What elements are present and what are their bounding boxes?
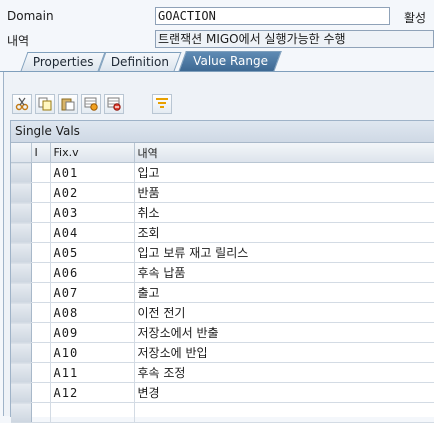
description-cell[interactable]: 취소 [134,202,434,223]
copy-button[interactable] [35,94,55,114]
row-selector[interactable] [11,342,32,363]
cut-icon [15,97,29,111]
tab-value-range[interactable]: Value Range [178,51,282,72]
indicator-cell[interactable] [31,362,51,383]
table-title: Single Vals [11,121,434,143]
fix-value-cell[interactable]: A04 [50,222,135,243]
table-row[interactable]: A02 반품 [11,182,434,203]
table-row[interactable]: A09 저장소에서 반출 [11,322,434,343]
indicator-cell[interactable] [31,202,51,223]
table-row[interactable]: A01 입고 [11,162,434,183]
row-selector[interactable] [11,322,32,343]
table-row[interactable] [11,402,434,423]
table-row[interactable]: A11 후속 조정 [11,362,434,383]
table-row[interactable]: A08 이전 전기 [11,302,434,323]
indicator-cell[interactable] [31,162,51,183]
domain-label: Domain [7,9,54,23]
table-row[interactable]: A10 저장소에 반입 [11,342,434,363]
row-selector[interactable] [11,282,32,303]
row-selector[interactable] [11,262,32,283]
fix-value-cell[interactable]: A07 [50,282,135,303]
tab-strip: Properties Definition Value Range [0,50,434,72]
row-selector[interactable] [11,162,32,183]
description-cell[interactable] [134,402,434,423]
fix-value-cell[interactable]: A08 [50,302,135,323]
indicator-cell[interactable] [31,322,51,343]
tab-definition[interactable]: Definition [98,52,182,71]
row-selector[interactable] [11,202,32,223]
status-text: 활성 [404,11,427,25]
table-row[interactable]: A05 입고 보류 재고 릴리스 [11,242,434,263]
description-cell[interactable]: 출고 [134,282,434,303]
description-cell[interactable]: 저장소에 반입 [134,342,434,363]
description-cell[interactable]: 입고 [134,162,434,183]
indicator-cell[interactable] [31,382,51,403]
table-row[interactable]: A06 후속 납품 [11,262,434,283]
fix-value-cell[interactable] [50,402,135,423]
table-row[interactable]: A04 조회 [11,222,434,243]
row-selector[interactable] [11,362,32,383]
description-cell[interactable]: 이전 전기 [134,302,434,323]
indicator-cell[interactable] [31,262,51,283]
fix-value-cell[interactable]: A12 [50,382,135,403]
row-selector[interactable] [11,382,32,403]
description-label: 내역 [7,34,30,48]
cut-button[interactable] [12,94,32,114]
indicator-cell[interactable] [31,342,51,363]
fix-value-cell[interactable]: A02 [50,182,135,203]
row-selector[interactable] [11,302,32,323]
fix-value-cell[interactable]: A06 [50,262,135,283]
row-selector[interactable] [11,222,32,243]
fix-value-cell[interactable]: A10 [50,342,135,363]
indicator-cell[interactable] [31,222,51,243]
indicator-cell[interactable] [31,242,51,263]
description-cell[interactable]: 조회 [134,222,434,243]
fix-value-cell[interactable]: A05 [50,242,135,263]
header-row: I Fix.v 내역 [11,143,434,163]
paste-icon [61,98,75,111]
domain-row: Domain GOACTION 활성 [0,6,434,28]
column-header-indicator: I [31,143,51,163]
delete-row-icon [107,97,121,111]
description-cell[interactable]: 후속 납품 [134,262,434,283]
fix-value-cell[interactable]: A01 [50,162,135,183]
indicator-cell[interactable] [31,402,51,423]
tab-properties[interactable]: Properties [20,52,106,71]
filter-icon [156,98,168,108]
row-selector[interactable] [11,242,32,263]
column-header-fix-value: Fix.v [50,143,135,163]
table-row[interactable]: A07 출고 [11,282,434,303]
indicator-cell[interactable] [31,282,51,303]
indicator-cell[interactable] [31,302,51,323]
description-cell[interactable]: 변경 [134,382,434,403]
value-range-panel: Single Vals I Fix.v 내역 A01 입고 A02 반품 A03 취소 A0… [3,72,434,423]
description-row: 내역 트랜잭션 MIGO에서 실행가능한 수행 [0,29,434,51]
table-row[interactable]: A12 변경 [11,382,434,403]
description-cell[interactable]: 입고 보류 재고 릴리스 [134,242,434,263]
domain-field[interactable]: GOACTION [155,7,390,25]
insert-row-icon [84,97,98,111]
indicator-cell[interactable] [31,182,51,203]
fix-value-cell[interactable]: A09 [50,322,135,343]
paste-button[interactable] [58,94,78,114]
description-cell[interactable]: 후속 조정 [134,362,434,383]
delete-row-button[interactable] [104,94,124,114]
description-cell[interactable]: 반품 [134,182,434,203]
fix-value-cell[interactable]: A03 [50,202,135,223]
single-values-table: Single Vals I Fix.v 내역 A01 입고 A02 반품 A03 취소 A0… [10,120,434,423]
row-selector[interactable] [11,182,32,203]
filter-button[interactable] [152,94,172,114]
table-row[interactable]: A03 취소 [11,202,434,223]
copy-icon [38,97,52,111]
row-selector[interactable] [11,402,32,423]
insert-row-button[interactable] [81,94,101,114]
description-cell[interactable]: 저장소에서 반출 [134,322,434,343]
column-header-description: 내역 [134,143,434,163]
fix-value-cell[interactable]: A11 [50,362,135,383]
selector-header [11,143,32,163]
values-grid: I Fix.v 내역 A01 입고 A02 반품 A03 취소 A04 조회 A05 입고 보류 … [11,143,434,423]
description-field[interactable]: 트랜잭션 MIGO에서 실행가능한 수행 [155,30,434,48]
